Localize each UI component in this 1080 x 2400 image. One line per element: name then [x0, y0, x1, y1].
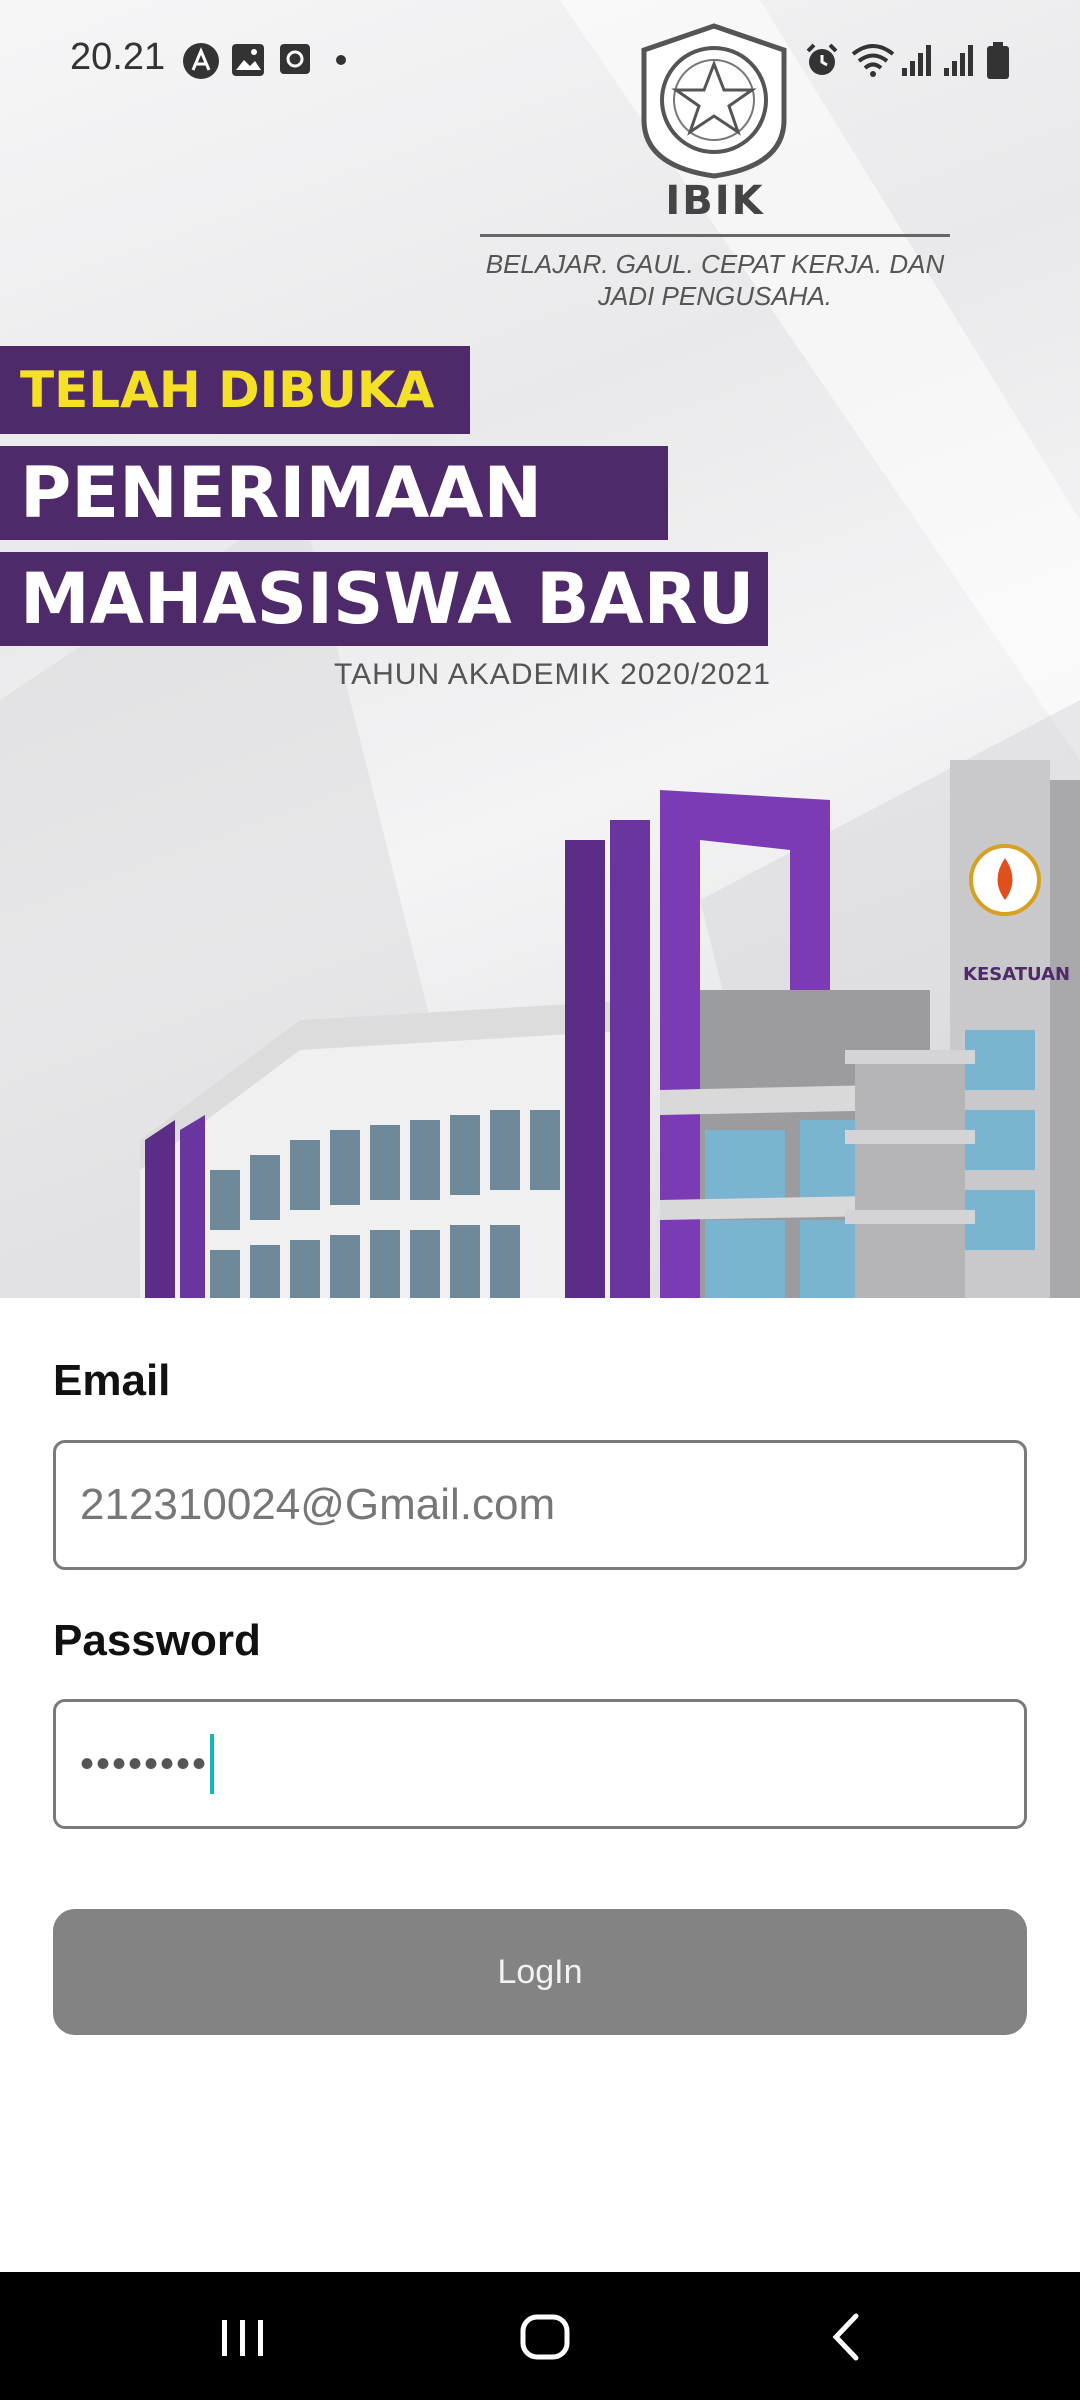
signal-1-icon — [902, 45, 931, 76]
headline-line1: PENERIMAAN — [0, 446, 668, 540]
app-a-icon — [183, 43, 219, 79]
signal-2-icon — [944, 45, 973, 76]
image-icon — [232, 44, 264, 76]
recent-apps-icon[interactable] — [208, 2302, 278, 2372]
campus-building-illustration: KESATUAN — [140, 760, 1080, 1298]
login-button[interactable]: LogIn — [53, 1909, 1027, 2035]
password-value: •••••••• — [80, 1741, 209, 1786]
back-icon[interactable] — [812, 2302, 882, 2372]
status-time: 20.21 — [70, 36, 166, 78]
password-label: Password — [53, 1616, 261, 1665]
tagline-divider — [480, 234, 950, 237]
system-nav-bar — [0, 2272, 1080, 2400]
wifi-icon — [851, 44, 895, 77]
email-value: 212310024@Gmail.com — [80, 1480, 556, 1529]
tagline: BELAJAR. GAUL. CEPAT KERJA. DAN JADI PEN… — [485, 249, 945, 311]
text-cursor — [210, 1734, 215, 1794]
email-field[interactable]: 212310024@Gmail.com — [53, 1440, 1027, 1570]
logo-name: IBIK — [665, 178, 765, 224]
password-field[interactable]: •••••••• — [53, 1699, 1027, 1829]
screenshot-icon — [280, 44, 310, 74]
home-icon[interactable] — [510, 2302, 580, 2372]
alarm-icon — [806, 43, 838, 75]
headline-line2: MAHASISWA BARU — [0, 552, 768, 646]
building-sign: KESATUAN — [963, 964, 1070, 985]
open-banner: TELAH DIBUKA — [0, 346, 470, 434]
academic-year: TAHUN AKADEMIK 2020/2021 — [334, 658, 771, 691]
admission-banner: 20.21 IBIK BELAJAR. GAUL. CEPAT KERJA. D… — [0, 0, 1080, 1298]
email-label: Email — [53, 1356, 171, 1405]
dot-icon — [336, 55, 346, 65]
status-bar: 20.21 — [0, 0, 1080, 120]
ibik-logo — [641, 23, 787, 179]
battery-icon — [987, 42, 1009, 79]
